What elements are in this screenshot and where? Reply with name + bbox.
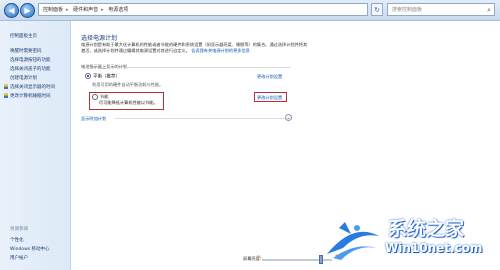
plan-name: 节能 (100, 94, 109, 99)
address-segment-hardware-sound[interactable]: 硬件和声音 (73, 7, 98, 13)
shield-icon (4, 93, 8, 98)
see-also-user-accounts[interactable]: 用户帐户 (10, 255, 28, 261)
sidebar-item-power-button[interactable]: 选择电源按钮的功能 (10, 57, 51, 63)
change-plan-settings-link[interactable]: 更改计划设置 (257, 95, 282, 101)
sidebar-item-label: 更改计算机睡眠时间 (10, 94, 51, 99)
sidebar-item-display-off[interactable]: 选择关闭显示器的时间 (4, 84, 55, 90)
plan-name: 平衡（推荐） (93, 74, 120, 80)
chevron-down-icon[interactable]: ⌄ (285, 114, 292, 121)
show-additional-plans[interactable]: 显示附加计划 (81, 116, 106, 122)
see-also-heading: 另请参阅 (10, 227, 28, 232)
watermark-text-cn: 系统之家 (388, 218, 465, 240)
sidebar-item-home[interactable]: 控制面板主页 (10, 33, 37, 39)
navigation-bar: ◀ ▶ 控制面板 ▸ 硬件和声音 ▸ 电源选项 ↻ 搜索控制面板 ⌕ (0, 0, 500, 21)
breadcrumb-separator-icon: ▸ (101, 7, 104, 13)
search-icon: ⌕ (487, 6, 491, 14)
see-also-mobility-center[interactable]: Windows 移动中心 (10, 246, 50, 252)
plan-detail: 尽可能降低计算机性能以节能。 (99, 100, 158, 105)
change-plan-settings-link[interactable]: 更改计划设置 (257, 74, 282, 80)
plan-detail: 利用可用的硬件自动平衡功耗与性能。 (92, 81, 164, 87)
breadcrumb-separator-icon: ▸ (66, 7, 69, 13)
sidebar-item-sleep-time[interactable]: 更改计算机睡眠时间 (4, 93, 51, 99)
sidebar-item-wake-password[interactable]: 唤醒时需要密码 (10, 48, 42, 54)
sidebar-item-lid-close[interactable]: 选择关闭盖子的功能 (10, 66, 51, 72)
sun-dim-icon: ☼ (256, 254, 262, 261)
plan-power-saver[interactable]: 节能 尽可能降低计算机性能以节能。 (92, 94, 158, 106)
power-plan-info-link[interactable]: 告诉我有关电源计划的更多信息 (191, 48, 250, 53)
page-description: 电源计划是有助于最大化计算机的性能或者节能的硬件和系统设置（如显示器亮度、睡眠等… (81, 42, 311, 54)
back-button[interactable]: ◀ (4, 3, 19, 18)
plan-balanced[interactable]: 平衡（推荐） 利用可用的硬件自动平衡功耗与性能。 (85, 73, 163, 88)
watermark-text-en: Win10net.com (385, 241, 483, 255)
section-divider (115, 118, 285, 119)
address-segment-power-options[interactable]: 电源选项 (108, 7, 128, 13)
page-title: 选择电源计划 (81, 35, 118, 42)
forward-button[interactable]: ▶ (20, 3, 35, 18)
see-also-personalization[interactable]: 个性化 (10, 237, 24, 243)
section-divider (126, 67, 291, 68)
address-bar[interactable]: 控制面板 ▸ 硬件和声音 ▸ 电源选项 (38, 3, 368, 16)
refresh-button[interactable]: ↻ (371, 3, 383, 16)
sidebar: 控制面板主页 唤醒时需要密码 选择电源按钮的功能 选择关闭盖子的功能 创建电源计… (0, 21, 71, 270)
search-input[interactable]: 搜索控制面板 ⌕ (387, 3, 495, 16)
address-segment-control-panel[interactable]: 控制面板 (43, 7, 63, 13)
shield-icon (4, 84, 8, 89)
watermark-logo-icon (327, 222, 379, 260)
watermark: 系统之家 Win10net.com (323, 210, 495, 268)
sidebar-item-create-plan[interactable]: 创建电源计划 (10, 75, 37, 81)
radio-unselected-icon[interactable] (92, 94, 98, 100)
search-placeholder: 搜索控制面板 (392, 7, 423, 13)
sidebar-item-label: 选择关闭显示器的时间 (10, 85, 55, 90)
section-label: 电池指示器上显示的计划 (81, 64, 128, 69)
radio-selected-icon[interactable] (85, 73, 91, 79)
